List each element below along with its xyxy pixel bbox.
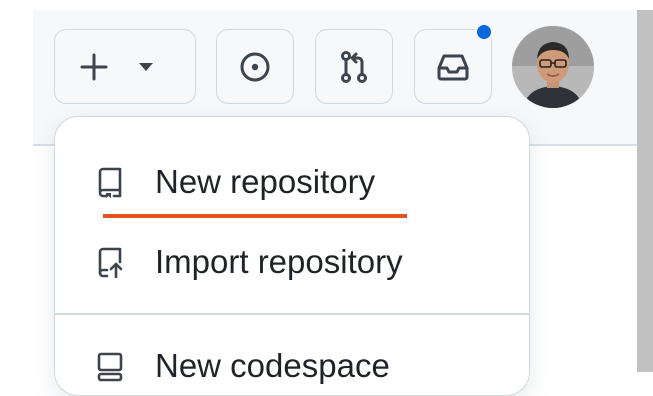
menu-item-new-codespace[interactable]: New codespace <box>55 331 529 395</box>
git-pull-request-icon <box>341 50 367 83</box>
create-new-menu: New repository Import repository New cod… <box>54 116 530 396</box>
plus-icon <box>80 53 108 80</box>
codespaces-icon <box>97 352 123 382</box>
repo-push-icon <box>98 247 123 278</box>
pull-requests-button[interactable] <box>315 29 393 104</box>
menu-item-label: New repository <box>155 163 376 200</box>
menu-item-new-repository[interactable]: New repository <box>55 147 529 217</box>
avatar-icon <box>512 26 594 108</box>
menu-item-label: New codespace <box>155 347 390 384</box>
repo-icon <box>98 167 122 198</box>
issues-button[interactable] <box>216 29 294 104</box>
menu-item-label: Import repository <box>155 243 403 280</box>
menu-item-import-repository[interactable]: Import repository <box>55 227 529 297</box>
create-new-button[interactable] <box>54 29 196 104</box>
page-background <box>0 0 33 372</box>
inbox-icon <box>437 54 469 80</box>
issue-opened-icon <box>240 52 270 81</box>
triangle-down-icon <box>139 62 153 71</box>
menu-divider <box>55 313 529 315</box>
scrollbar[interactable] <box>637 10 653 372</box>
unread-notification-dot <box>475 23 493 41</box>
highlight-underline <box>103 214 407 218</box>
user-avatar[interactable] <box>512 26 594 108</box>
